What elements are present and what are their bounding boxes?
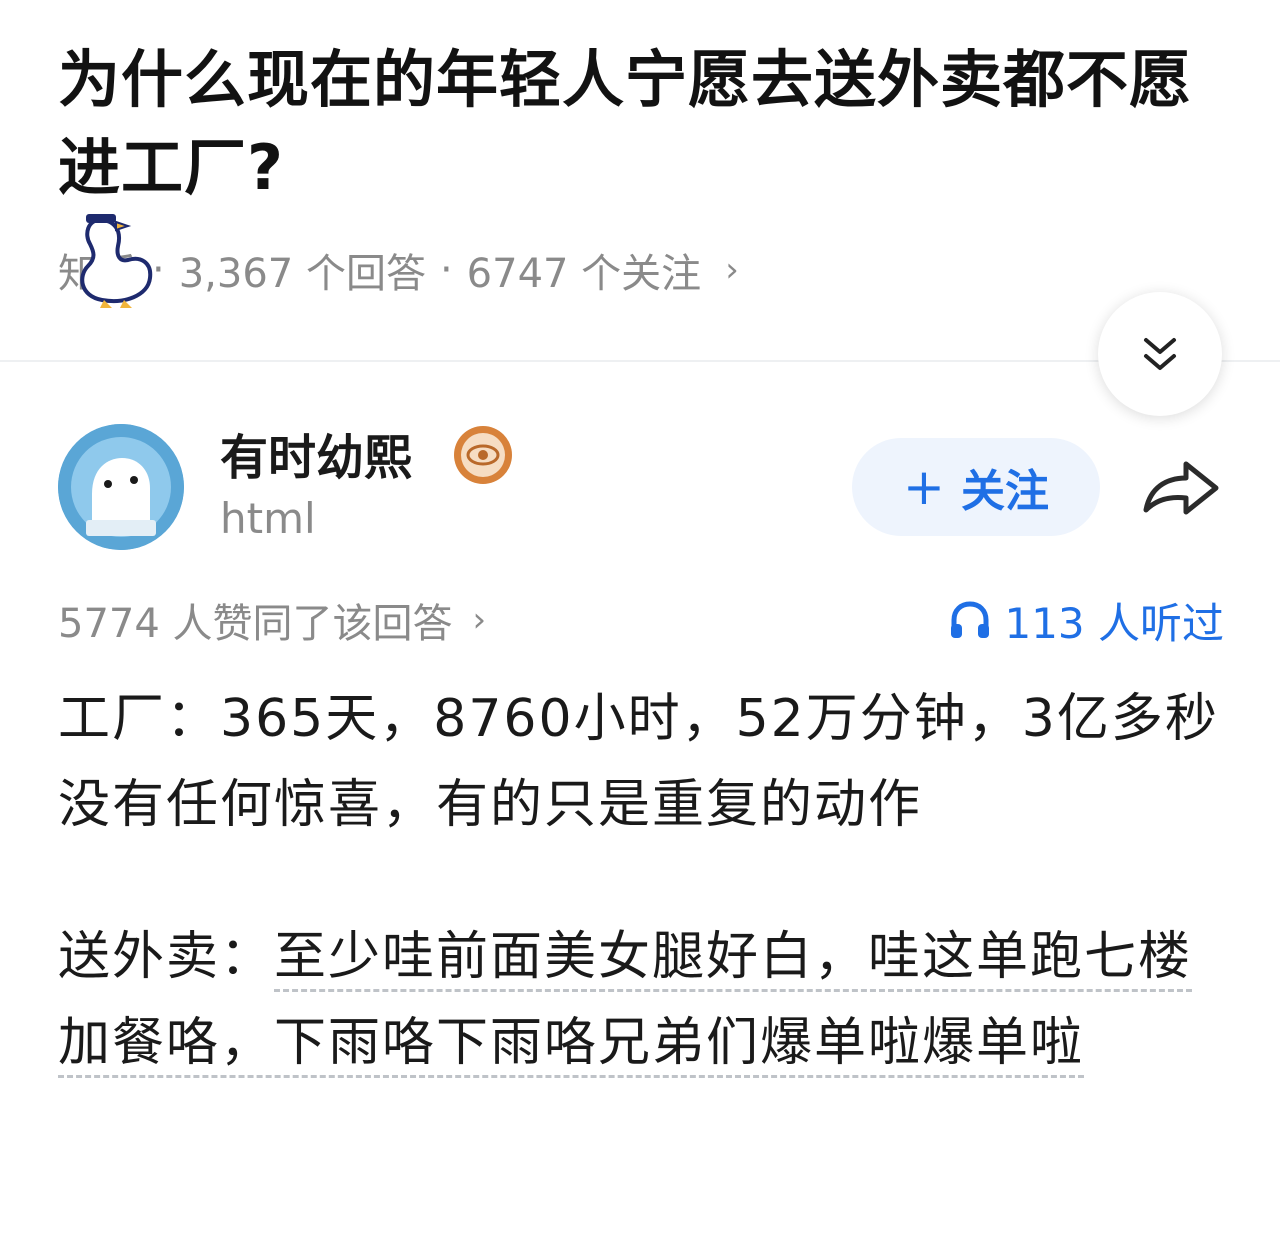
headphones-icon — [951, 601, 990, 638]
duck-sticker — [80, 214, 153, 308]
question-title: 为什么现在的年轻人宁愿去送外卖都不愿进工厂? — [58, 43, 1193, 204]
follow-button[interactable]: + 关注 — [852, 438, 1100, 536]
upvote-count: 5774 人赞同了该回答 — [58, 601, 453, 647]
double-chevron-down-icon — [1144, 338, 1176, 370]
chevron-right-icon: › — [472, 600, 487, 640]
author-name[interactable]: 有时幼熙 — [220, 418, 412, 488]
follow-label: 关注 — [960, 466, 1049, 517]
listen-button[interactable]: 113 人听过 — [948, 590, 1224, 650]
upvote-summary[interactable]: 5774 人赞同了该回答 › — [58, 590, 486, 650]
chevron-right-icon: › — [725, 250, 739, 290]
answer-paragraph: 工厂：365天，8760小时，52万分钟，3亿多秒没有任何惊喜，有的只是重复的动… — [58, 689, 1219, 835]
avatar-image — [58, 424, 184, 550]
share-arrow-icon[interactable] — [1140, 452, 1224, 522]
collapse-button[interactable] — [1098, 292, 1222, 416]
section-divider — [0, 360, 1280, 362]
answer-count: 3,367 个回答 — [178, 251, 426, 297]
follower-count: 6747 个关注 — [466, 251, 702, 297]
plus-icon: + — [903, 458, 945, 516]
question-meta[interactable]: 知乎 · 3,367 个回答 · 6747 个关注 › — [58, 238, 739, 302]
author-avatar[interactable] — [58, 424, 184, 550]
eye-badge-icon — [454, 426, 512, 484]
paragraph-label: 送外卖： — [58, 927, 275, 987]
listen-count: 113 人听过 — [1004, 598, 1224, 648]
author-bio: html — [220, 494, 316, 543]
meta-separator: · — [439, 247, 453, 293]
answer-paragraph: 送外卖：至少哇前面美女腿好白，哇这单跑七楼加餐咯，下雨咯下雨咯兄弟们爆单啦爆单啦 — [58, 914, 1228, 1086]
